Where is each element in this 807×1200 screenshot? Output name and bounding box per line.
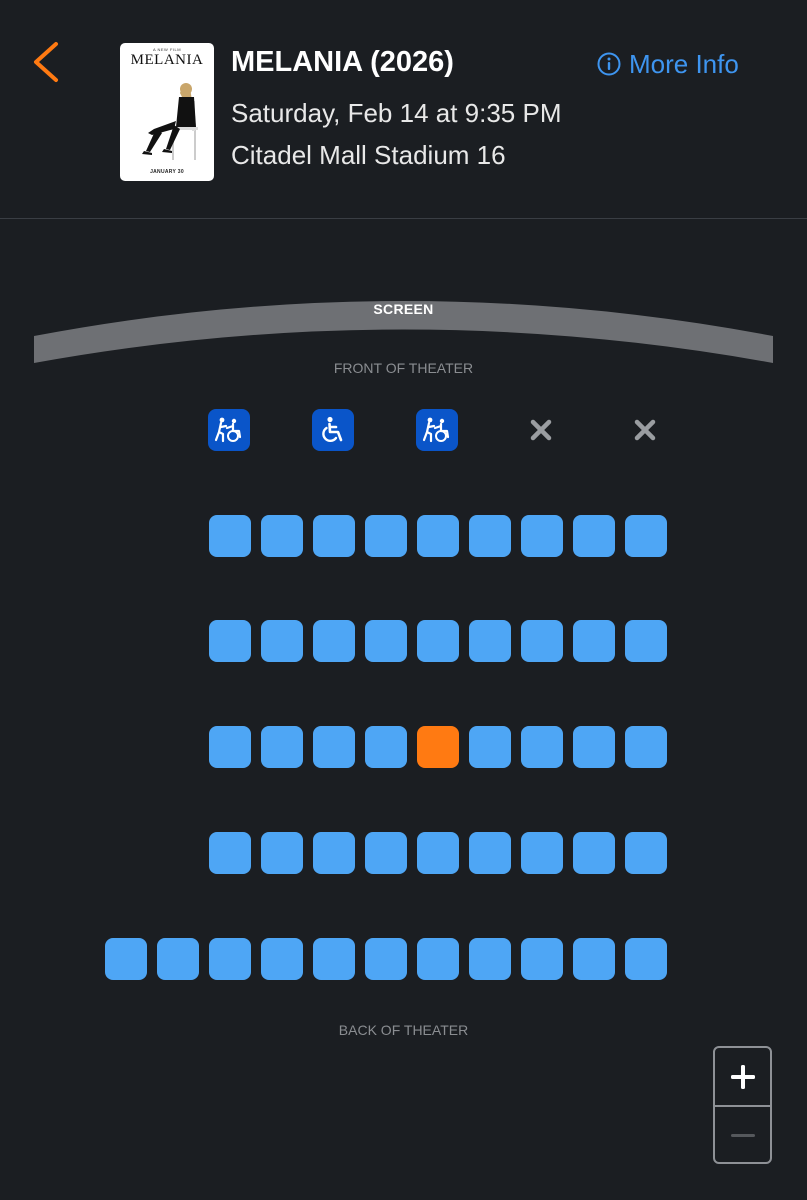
seat-row3-4[interactable] bbox=[365, 620, 407, 662]
seat-row4-3[interactable] bbox=[313, 726, 355, 768]
seat-row1-4 bbox=[520, 409, 562, 451]
seat-row4-5[interactable] bbox=[417, 726, 459, 768]
more-info-button[interactable]: More Info bbox=[597, 48, 739, 80]
theater-name: Citadel Mall Stadium 16 bbox=[231, 140, 506, 170]
screen-arc bbox=[34, 301, 773, 363]
companion-wheelchair-icon bbox=[214, 417, 242, 443]
companion-wheelchair-icon bbox=[422, 417, 450, 443]
seat-row5-3[interactable] bbox=[313, 832, 355, 874]
zoom-controls bbox=[713, 1046, 772, 1164]
seat-unavailable-icon bbox=[530, 419, 552, 441]
seat-row3-6[interactable] bbox=[469, 620, 511, 662]
back-of-theater-label: BACK OF THEATER bbox=[338, 1022, 469, 1038]
seat-row6-11[interactable] bbox=[625, 938, 667, 980]
seat-row2-1[interactable] bbox=[209, 515, 251, 557]
seat-unavailable-icon bbox=[634, 419, 656, 441]
seat-row2-5[interactable] bbox=[417, 515, 459, 557]
seat-row3-1[interactable] bbox=[209, 620, 251, 662]
seat-row4-1[interactable] bbox=[209, 726, 251, 768]
seat-row2-8[interactable] bbox=[573, 515, 615, 557]
seat-row6-9[interactable] bbox=[521, 938, 563, 980]
seat-row5-4[interactable] bbox=[365, 832, 407, 874]
seat-row6-3[interactable] bbox=[209, 938, 251, 980]
seat-row5-8[interactable] bbox=[573, 832, 615, 874]
seat-row4-6[interactable] bbox=[469, 726, 511, 768]
seat-row1-2[interactable] bbox=[312, 409, 354, 451]
seat-row5-6[interactable] bbox=[469, 832, 511, 874]
seat-row6-6[interactable] bbox=[365, 938, 407, 980]
seat-row4-4[interactable] bbox=[365, 726, 407, 768]
zoom-out-button[interactable] bbox=[715, 1107, 770, 1164]
seat-row3-3[interactable] bbox=[313, 620, 355, 662]
movie-title: MELANIA (2026) bbox=[231, 46, 454, 78]
seat-row4-2[interactable] bbox=[261, 726, 303, 768]
back-button[interactable] bbox=[28, 40, 64, 84]
seat-row3-5[interactable] bbox=[417, 620, 459, 662]
wheelchair-icon bbox=[322, 416, 343, 443]
plus-icon bbox=[730, 1064, 755, 1089]
seat-row3-7[interactable] bbox=[521, 620, 563, 662]
chevron-left-icon bbox=[34, 42, 58, 82]
seat-selection-page: A NEW FILM MELANIA JANUARY 30 MELANIA (2… bbox=[0, 0, 807, 1200]
seat-row2-7[interactable] bbox=[521, 515, 563, 557]
seat-row3-9[interactable] bbox=[625, 620, 667, 662]
showtime-header: A NEW FILM MELANIA JANUARY 30 MELANIA (2… bbox=[0, 0, 807, 219]
seat-row3-2[interactable] bbox=[261, 620, 303, 662]
seat-row1-3[interactable] bbox=[416, 409, 458, 451]
seat-row2-2[interactable] bbox=[261, 515, 303, 557]
seat-row6-10[interactable] bbox=[573, 938, 615, 980]
seat-row6-8[interactable] bbox=[469, 938, 511, 980]
seat-row6-2[interactable] bbox=[157, 938, 199, 980]
seat-row5-9[interactable] bbox=[625, 832, 667, 874]
poster-release-date: JANUARY 30 bbox=[150, 169, 184, 175]
screen-label: SCREEN bbox=[373, 301, 434, 317]
seat-row5-2[interactable] bbox=[261, 832, 303, 874]
more-info-label: More Info bbox=[629, 48, 739, 79]
minus-icon bbox=[730, 1133, 755, 1137]
info-circle-icon bbox=[597, 52, 621, 76]
seat-row2-9[interactable] bbox=[625, 515, 667, 557]
seat-row1-5 bbox=[624, 409, 666, 451]
movie-poster[interactable]: A NEW FILM MELANIA JANUARY 30 bbox=[120, 43, 214, 181]
seat-row3-8[interactable] bbox=[573, 620, 615, 662]
seat-row1-1[interactable] bbox=[208, 409, 250, 451]
seat-row5-7[interactable] bbox=[521, 832, 563, 874]
front-of-theater-label: FRONT OF THEATER bbox=[333, 360, 474, 376]
zoom-in-button[interactable] bbox=[715, 1048, 770, 1107]
seat-row6-4[interactable] bbox=[261, 938, 303, 980]
seat-row6-7[interactable] bbox=[417, 938, 459, 980]
seat-row6-5[interactable] bbox=[313, 938, 355, 980]
seat-row4-9[interactable] bbox=[625, 726, 667, 768]
showtime-datetime: Saturday, Feb 14 at 9:35 PM bbox=[231, 98, 562, 128]
seat-row2-3[interactable] bbox=[313, 515, 355, 557]
seat-row4-8[interactable] bbox=[573, 726, 615, 768]
seat-row2-4[interactable] bbox=[365, 515, 407, 557]
seat-row5-5[interactable] bbox=[417, 832, 459, 874]
seat-row5-1[interactable] bbox=[209, 832, 251, 874]
seat-row6-1[interactable] bbox=[105, 938, 147, 980]
poster-figure-image bbox=[142, 83, 198, 160]
seat-row4-7[interactable] bbox=[521, 726, 563, 768]
seat-row2-6[interactable] bbox=[469, 515, 511, 557]
poster-title: MELANIA bbox=[130, 52, 204, 68]
